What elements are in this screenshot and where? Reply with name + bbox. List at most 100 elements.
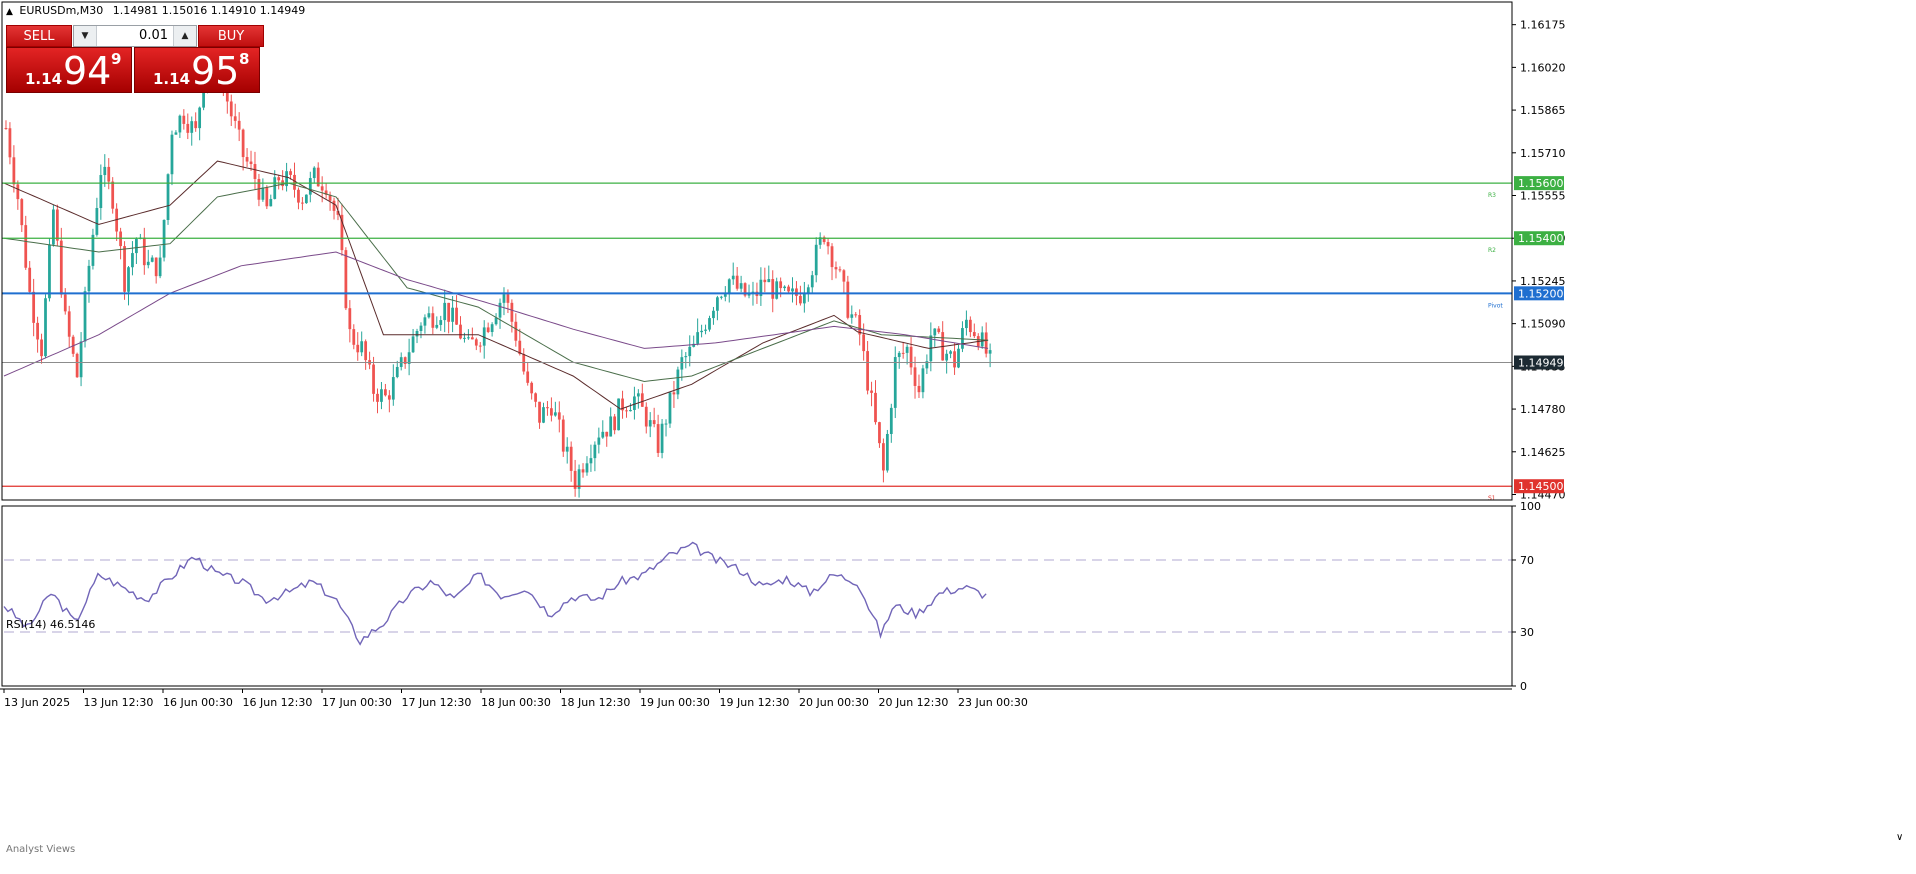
candle-body bbox=[194, 121, 198, 129]
candle-body bbox=[648, 420, 652, 427]
candle-body bbox=[601, 431, 605, 438]
sell-price-button[interactable]: 1.14 94 9 bbox=[6, 47, 132, 93]
candle-body bbox=[968, 319, 972, 333]
candle-body bbox=[79, 341, 83, 378]
candle-body bbox=[277, 177, 281, 181]
candle-body bbox=[905, 346, 909, 353]
rsi-tick-label: 100 bbox=[1520, 500, 1541, 513]
candle-body bbox=[364, 341, 368, 361]
candle-body bbox=[474, 339, 478, 346]
candle-body bbox=[28, 267, 32, 292]
candle-body bbox=[921, 368, 925, 393]
candle-body bbox=[435, 324, 439, 328]
candle-body bbox=[478, 345, 482, 347]
candle-body bbox=[16, 184, 20, 200]
time-tick-label: 19 Jun 12:30 bbox=[720, 696, 790, 709]
candle-body bbox=[514, 321, 518, 341]
rsi-panel-frame bbox=[1, 505, 1513, 687]
candle-body bbox=[680, 357, 684, 370]
candle-body bbox=[190, 121, 194, 133]
candle-body bbox=[700, 330, 703, 333]
candle-body bbox=[553, 412, 557, 416]
moving-average-line bbox=[3, 182, 989, 383]
sell-button[interactable]: SELL bbox=[6, 25, 72, 47]
candle-body bbox=[83, 291, 87, 342]
candle-body bbox=[585, 463, 589, 473]
price-tick-label: 1.15710 bbox=[1520, 147, 1566, 160]
time-tick-label: 16 Jun 00:30 bbox=[163, 696, 233, 709]
rsi-tick-label: 30 bbox=[1520, 626, 1534, 639]
candle-body bbox=[502, 294, 506, 303]
candle-body bbox=[320, 186, 324, 191]
candle-body bbox=[415, 330, 419, 337]
candle-body bbox=[443, 302, 447, 321]
candle-body bbox=[901, 352, 905, 354]
candle-body bbox=[233, 116, 237, 121]
caret-down-icon[interactable]: ▼ bbox=[74, 26, 97, 46]
candle-body bbox=[494, 317, 498, 325]
candle-body bbox=[716, 297, 719, 311]
candle-body bbox=[59, 240, 63, 295]
candle-body bbox=[708, 318, 711, 330]
candle-body bbox=[498, 302, 502, 318]
sell-price-fraction: 9 bbox=[111, 50, 122, 68]
moving-average-line bbox=[3, 160, 989, 410]
buy-price-button[interactable]: 1.14 95 8 bbox=[134, 47, 260, 93]
candle-body bbox=[356, 344, 360, 353]
candle-body bbox=[229, 101, 233, 117]
candle-body bbox=[265, 187, 269, 207]
lot-size-field[interactable]: ▼ 0.01 ▲ bbox=[73, 25, 197, 47]
candle-body bbox=[953, 351, 956, 368]
level-tag: R3 bbox=[1488, 192, 1496, 199]
candle-body bbox=[293, 174, 296, 190]
candle-body bbox=[289, 171, 292, 175]
candle-body bbox=[510, 302, 514, 322]
buy-button[interactable]: BUY bbox=[198, 25, 264, 47]
ohlc-values: 1.14981 1.15016 1.14910 1.14949 bbox=[112, 4, 306, 17]
candle-body bbox=[846, 281, 850, 318]
candle-body bbox=[182, 115, 186, 124]
candle-body bbox=[897, 352, 901, 358]
candle-body bbox=[561, 419, 565, 452]
candle-body bbox=[965, 319, 968, 329]
candle-body bbox=[731, 275, 735, 280]
current-price-label: 1.14949 bbox=[1518, 356, 1564, 369]
candle-body bbox=[170, 134, 174, 175]
candle-body bbox=[684, 356, 688, 358]
candle-body bbox=[419, 325, 423, 331]
collapse-triangle-icon[interactable]: ▲ bbox=[6, 7, 13, 17]
time-tick-label: 13 Jun 12:30 bbox=[84, 696, 154, 709]
lot-size-value[interactable]: 0.01 bbox=[98, 26, 172, 46]
candle-body bbox=[91, 234, 95, 266]
candle-body bbox=[882, 443, 885, 471]
candle-body bbox=[972, 332, 976, 337]
chevron-down-icon[interactable]: ∨ bbox=[1896, 832, 1903, 843]
candle-body bbox=[150, 257, 154, 262]
candle-body bbox=[569, 446, 573, 471]
candle-body bbox=[158, 257, 162, 277]
candle-body bbox=[95, 208, 99, 235]
price-tick-label: 1.16020 bbox=[1520, 61, 1566, 74]
time-tick-label: 18 Jun 12:30 bbox=[561, 696, 631, 709]
time-tick-label: 19 Jun 00:30 bbox=[640, 696, 710, 709]
candle-body bbox=[63, 294, 67, 312]
candle-body bbox=[486, 327, 490, 332]
candle-body bbox=[589, 458, 593, 464]
candle-body bbox=[123, 246, 126, 292]
candle-body bbox=[874, 392, 877, 423]
sell-price-prefix: 1.14 bbox=[25, 70, 63, 88]
candle-body bbox=[431, 313, 435, 328]
candle-body bbox=[870, 390, 873, 393]
chart-canvas[interactable]: R3 R2 Pivot S1 1.16175 1.16020 1.15865 1.15710… bbox=[0, 0, 1916, 874]
buy-price-pips: 95 bbox=[191, 49, 240, 93]
time-tick-label: 20 Jun 00:30 bbox=[799, 696, 869, 709]
level-tag: R2 bbox=[1488, 247, 1496, 254]
price-tick-label: 1.14780 bbox=[1520, 403, 1566, 416]
candle-body bbox=[546, 407, 549, 409]
candle-body bbox=[735, 275, 739, 289]
candle-body bbox=[550, 408, 553, 416]
analyst-views-tab[interactable]: Analyst Views bbox=[6, 844, 75, 855]
candle-body bbox=[384, 389, 387, 396]
caret-up-icon[interactable]: ▲ bbox=[173, 26, 196, 46]
time-tick-label: 20 Jun 12:30 bbox=[879, 696, 949, 709]
